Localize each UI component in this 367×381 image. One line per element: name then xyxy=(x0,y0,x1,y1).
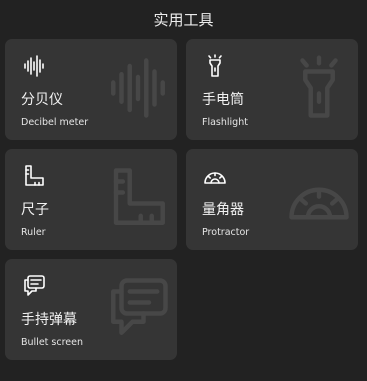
soundwave-icon xyxy=(111,58,165,118)
tools-page: 实用工具 分贝仪 Decibel meter 手电筒 Flashlight 尺子… xyxy=(0,0,367,381)
tool-name: 手电筒 xyxy=(202,92,244,108)
tool-subtitle: Decibel meter xyxy=(21,117,89,128)
protractor-icon xyxy=(204,172,226,184)
page-title: 实用工具 xyxy=(153,11,214,29)
tool-card-decibel-meter[interactable]: 分贝仪 Decibel meter xyxy=(5,39,177,140)
soundwave-icon xyxy=(24,55,44,77)
tool-subtitle: Ruler xyxy=(21,227,46,238)
tool-card-flashlight[interactable]: 手电筒 Flashlight xyxy=(186,39,358,140)
tool-card-ruler[interactable]: 尺子 Ruler xyxy=(5,149,177,250)
tool-subtitle: Flashlight xyxy=(202,117,248,128)
tool-name: 量角器 xyxy=(202,202,244,218)
tool-card-bullet-screen[interactable]: 手持弹幕 Bullet screen xyxy=(5,259,177,360)
tool-subtitle: Bullet screen xyxy=(21,337,83,348)
ruler-icon xyxy=(113,168,165,225)
chat-bubble-icon xyxy=(111,278,168,335)
tool-name: 尺子 xyxy=(21,202,49,218)
flashlight-icon xyxy=(208,54,222,77)
tool-name: 分贝仪 xyxy=(21,92,63,108)
flashlight-icon xyxy=(300,55,338,118)
ruler-icon xyxy=(25,165,44,186)
tool-card-protractor[interactable]: 量角器 Protractor xyxy=(186,149,358,250)
chat-bubble-icon xyxy=(24,275,45,296)
tool-name: 手持弹幕 xyxy=(21,312,77,328)
protractor-icon xyxy=(289,187,349,220)
tool-subtitle: Protractor xyxy=(202,227,250,238)
